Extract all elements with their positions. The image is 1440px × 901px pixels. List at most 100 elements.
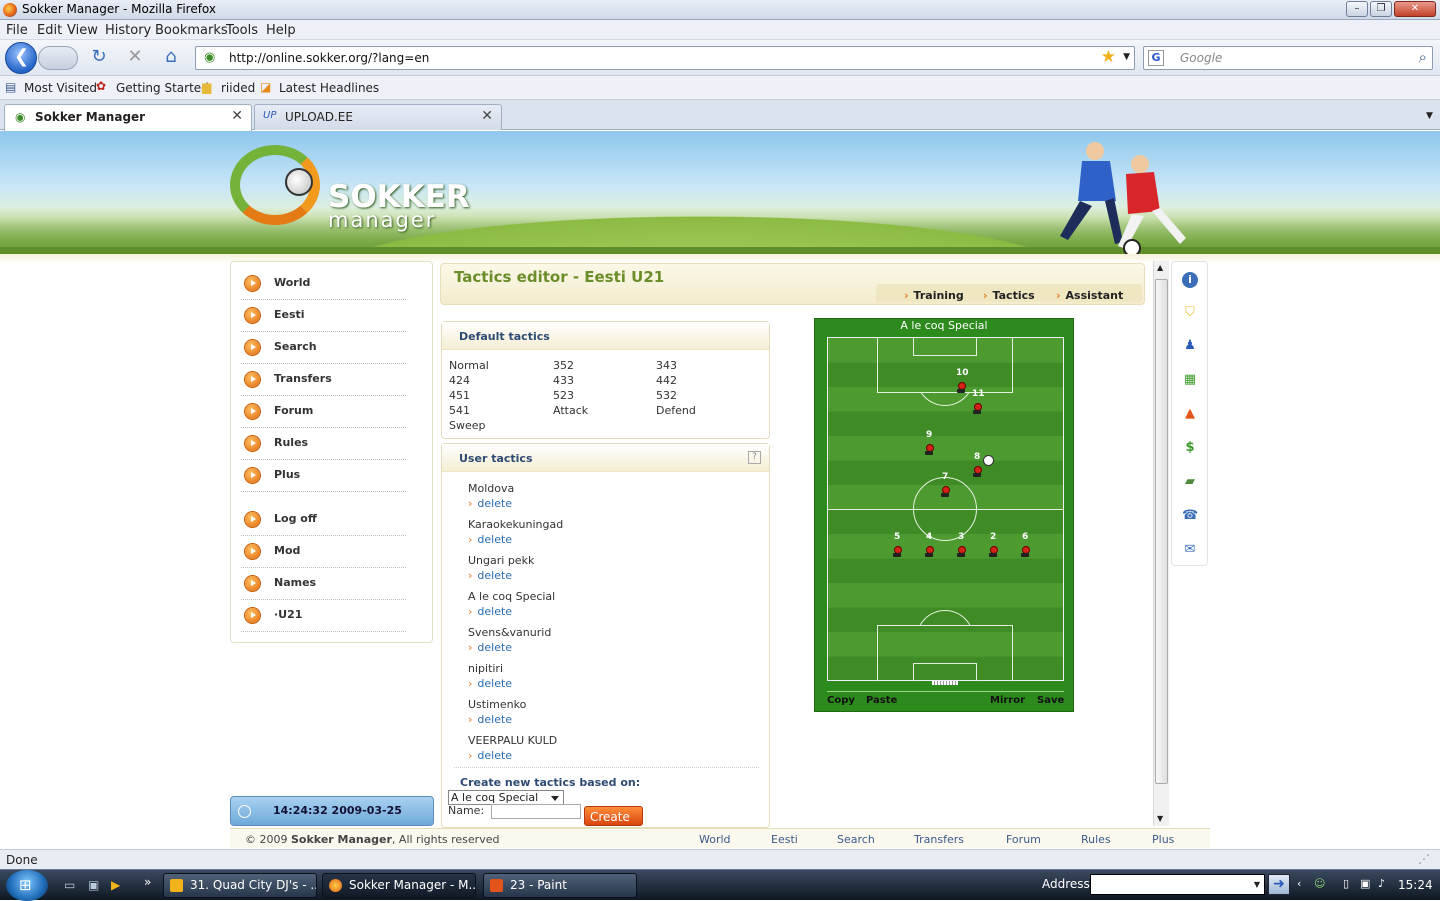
back-button[interactable]: ❮ (5, 42, 37, 74)
training-cone-icon[interactable]: ▲ (1182, 406, 1198, 422)
tactic-541[interactable]: 541 (449, 404, 470, 417)
scroll-down-icon[interactable]: ▼ (1157, 814, 1163, 823)
footer-link-rules[interactable]: Rules (1081, 833, 1111, 846)
tactic-343[interactable]: 343 (656, 359, 677, 372)
user-tactic-name[interactable]: VEERPALU KULD (468, 734, 557, 747)
volume-icon[interactable]: ♪ (1378, 878, 1390, 890)
search-icon[interactable]: ⌕ (1419, 48, 1427, 66)
user-tactic-name[interactable]: Karaokekuningad (468, 518, 563, 531)
footer-link-eesti[interactable]: Eesti (771, 833, 798, 846)
fax-icon[interactable]: ☎ (1182, 508, 1198, 524)
money-icon[interactable]: $ (1182, 440, 1198, 456)
nav-rules[interactable]: Rules (241, 428, 406, 460)
nav-transfers[interactable]: Transfers (241, 364, 406, 396)
nav-log-off[interactable]: Log off (241, 504, 406, 536)
tactic-451[interactable]: 451 (449, 389, 470, 402)
pitch-icon[interactable]: ▦ (1182, 372, 1198, 388)
tactic-442[interactable]: 442 (656, 374, 677, 387)
tactic-424[interactable]: 424 (449, 374, 470, 387)
footer-link-plus[interactable]: Plus (1152, 833, 1174, 846)
tactic-defend[interactable]: Defend (656, 404, 696, 417)
link-tactics[interactable]: Tactics (983, 289, 1035, 302)
save-button[interactable]: Save (1037, 695, 1064, 706)
base-tactic-select[interactable]: A le coq Special (448, 790, 564, 805)
user-tactic-name[interactable]: Ustimenko (468, 698, 526, 711)
scroll-up-icon[interactable]: ▲ (1157, 263, 1163, 272)
url-dropdown-icon[interactable]: ▼ (1123, 52, 1130, 62)
shield-icon[interactable]: ⛉ (1182, 305, 1198, 321)
forward-button[interactable] (38, 46, 78, 70)
paste-button[interactable]: Paste (866, 695, 897, 706)
page-scrollbar[interactable]: ▲ ▼ (1153, 261, 1169, 826)
copy-button[interactable]: Copy (827, 695, 855, 706)
menu-file[interactable]: File (6, 23, 28, 38)
link-assistant[interactable]: Assistant (1056, 289, 1124, 302)
bookmark-most-visited[interactable]: Most Visited (24, 81, 97, 95)
bookmark-riided[interactable]: riided (221, 81, 255, 95)
user-tactic-name[interactable]: Ungari pekk (468, 554, 534, 567)
media-player-icon[interactable]: ▶ (111, 878, 120, 892)
menu-tools[interactable]: Tools (226, 23, 258, 38)
delete-link[interactable]: delete (468, 533, 512, 546)
menu-bookmarks[interactable]: Bookmarks (155, 23, 228, 38)
user-tactic-name[interactable]: nipitiri (468, 662, 503, 675)
tab-upload-ee[interactable]: UP UPLOAD.EE ✕ (254, 104, 502, 130)
delete-link[interactable]: delete (468, 569, 512, 582)
tactic-name-input[interactable] (491, 804, 581, 819)
stop-icon[interactable]: ✕ (124, 46, 146, 68)
network-icon[interactable]: ▣ (1360, 878, 1372, 890)
player-marker[interactable] (1021, 546, 1030, 558)
user-tactic-name[interactable]: A le coq Special (468, 590, 555, 603)
ticket-icon[interactable]: ▰ (1182, 474, 1198, 490)
switch-windows-icon[interactable]: ▣ (88, 878, 99, 892)
player-marker[interactable] (957, 382, 966, 394)
nav-mod[interactable]: Mod (241, 536, 406, 568)
delete-link[interactable]: delete (468, 749, 512, 762)
task-paint[interactable]: 23 - Paint (483, 873, 637, 898)
resize-grip-icon[interactable]: ⋰ (1418, 852, 1430, 866)
info-icon[interactable]: i (1182, 272, 1198, 288)
tab-sokker-manager[interactable]: ◉ Sokker Manager ✕ (4, 104, 252, 131)
home-icon[interactable]: ⌂ (160, 46, 182, 68)
maximize-button[interactable]: ❐ (1370, 1, 1392, 17)
tab-list-dropdown-icon[interactable]: ▼ (1426, 111, 1433, 121)
player-icon[interactable]: ♟ (1182, 338, 1198, 354)
player-marker[interactable] (973, 403, 982, 415)
search-bar[interactable]: G Google ⌕ (1143, 46, 1433, 70)
delete-link[interactable]: delete (468, 605, 512, 618)
tactic-532[interactable]: 532 (656, 389, 677, 402)
close-window-button[interactable]: ✕ (1394, 1, 1436, 17)
footer-link-transfers[interactable]: Transfers (914, 833, 964, 846)
tactic-normal[interactable]: Normal (449, 359, 489, 372)
scroll-thumb[interactable] (1155, 279, 1168, 784)
bookmark-star-icon[interactable]: ★ (1101, 47, 1116, 67)
nav-eesti[interactable]: Eesti (241, 300, 406, 332)
player-marker[interactable] (989, 546, 998, 558)
delete-link[interactable]: delete (468, 641, 512, 654)
link-training[interactable]: Training (904, 289, 964, 302)
nav-forum[interactable]: Forum (241, 396, 406, 428)
player-marker[interactable] (925, 444, 934, 456)
reload-icon[interactable]: ↻ (88, 46, 110, 68)
address-dropdown-icon[interactable]: ▼ (1254, 880, 1260, 889)
nav-u21[interactable]: ·U21 (241, 600, 406, 632)
help-icon[interactable]: ? (748, 451, 761, 464)
player-marker[interactable] (941, 486, 950, 498)
start-button[interactable]: ⊞ (6, 870, 48, 901)
menu-view[interactable]: View (67, 23, 98, 38)
bookmark-latest-headlines[interactable]: Latest Headlines (279, 81, 379, 95)
tactic-433[interactable]: 433 (553, 374, 574, 387)
create-button[interactable]: Create (584, 806, 643, 826)
task-quad-city-djs[interactable]: 31. Quad City DJ's - ... (163, 873, 317, 898)
url-bar[interactable]: ◉ http://online.sokker.org/?lang=en ★ ▼ (195, 46, 1135, 70)
user-tactic-name[interactable]: Svens&vanurid (468, 626, 551, 639)
tactic-attack[interactable]: Attack (553, 404, 588, 417)
footer-link-search[interactable]: Search (837, 833, 875, 846)
nav-names[interactable]: Names (241, 568, 406, 600)
nav-search[interactable]: Search (241, 332, 406, 364)
address-input[interactable]: ▼ (1090, 874, 1265, 895)
close-tab-icon[interactable]: ✕ (481, 108, 493, 124)
pitch-area[interactable]: 10 11 9 8 7 5 4 3 2 6 (827, 337, 1064, 685)
player-marker[interactable] (973, 466, 982, 478)
close-tab-icon[interactable]: ✕ (231, 108, 243, 124)
